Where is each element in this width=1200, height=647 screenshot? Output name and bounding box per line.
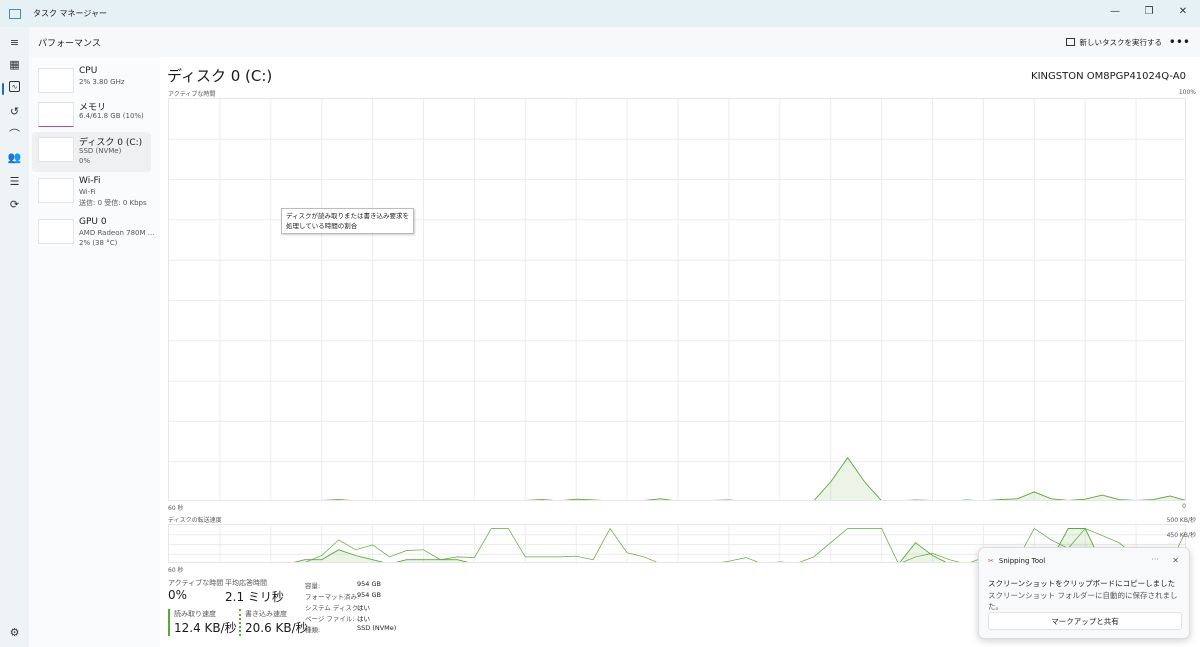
- prop-label: システム ディスク:: [305, 604, 361, 612]
- transfer-max-label: 500 KB/秒: [1166, 517, 1196, 524]
- maximize-button[interactable]: ❐: [1132, 0, 1166, 22]
- startup-apps-icon[interactable]: ⌒: [7, 127, 22, 142]
- prop-label: フォーマット済み:: [305, 593, 360, 601]
- stat-response-label: 平均応答時間: [225, 579, 267, 587]
- item-detail-2: 2% (38 °C): [79, 239, 118, 247]
- sidebar-item-disk[interactable]: ディスク 0 (C:) SSD (NVMe) 0%: [32, 132, 151, 172]
- sidebar-item-memory[interactable]: メモリ 6.4/61.8 GB (10%): [32, 97, 151, 137]
- transfer-rate-label: ディスクの転送速度: [168, 517, 222, 524]
- item-name: GPU 0: [79, 217, 107, 227]
- zero-label: 0: [1182, 503, 1186, 510]
- window-title: タスク マネージャー: [33, 9, 107, 18]
- time-span-label: 60 秒: [168, 505, 184, 512]
- prop-label: ページ ファイル:: [305, 615, 355, 623]
- toast-more-button[interactable]: ···: [1151, 555, 1159, 564]
- sidebar-item-wifi[interactable]: Wi-Fi Wi-Fi 送信: 0 受信: 0 Kbps: [32, 173, 151, 213]
- gpu-thumbnail-graph: [38, 219, 74, 244]
- disk-model: KINGSTON OM8PGP41024Q-A0: [1031, 71, 1186, 82]
- stat-write-label: 書き込み速度: [245, 610, 287, 618]
- active-max-label: 100%: [1178, 89, 1196, 96]
- prop-value: はい: [357, 604, 370, 612]
- tooltip-line: 処理している時間の割合: [286, 222, 358, 230]
- toast-close-button[interactable]: ✕: [1172, 556, 1179, 565]
- item-detail: 2% 3.80 GHz: [79, 78, 125, 86]
- new-task-button[interactable]: 新しいタスクを実行する: [1065, 37, 1163, 48]
- close-button[interactable]: ✕: [1166, 0, 1200, 22]
- cpu-thumbnail-graph: [38, 68, 74, 93]
- prop-label: 種類:: [305, 626, 321, 634]
- transfer-time-label: 60 秒: [168, 567, 184, 574]
- processes-icon[interactable]: ▦: [7, 57, 22, 72]
- disk-thumbnail-graph: [38, 137, 74, 162]
- prop-value: はい: [357, 615, 370, 623]
- task-manager-logo-icon: [9, 8, 21, 19]
- active-time-label: アクティブな時間: [168, 91, 216, 98]
- item-detail: 6.4/61.8 GB (10%): [79, 112, 144, 120]
- users-icon[interactable]: 👥: [7, 150, 22, 165]
- hamburger-menu-icon[interactable]: ≡: [7, 35, 22, 50]
- transfer-mid-label: 450 KB/秒: [1166, 532, 1196, 539]
- tooltip-line: ディスクが読み取りまたは書き込み要求を: [286, 212, 410, 220]
- app-history-icon[interactable]: ↺: [7, 104, 22, 119]
- toast-message: スクリーンショットをクリップボードにコピーしました: [988, 579, 1176, 588]
- item-detail-2: 送信: 0 受信: 0 Kbps: [79, 199, 147, 207]
- stat-active-label: アクティブな時間: [168, 579, 224, 587]
- prop-label: 容量:: [305, 582, 321, 590]
- item-detail: AMD Radeon 780M ...: [79, 229, 155, 237]
- new-task-icon: [1065, 38, 1075, 46]
- stat-response-value: 2.1 ミリ秒: [225, 590, 284, 604]
- page-title: パフォーマンス: [38, 38, 101, 49]
- active-indicator: [2, 83, 4, 95]
- prop-value: SSD (NVMe): [357, 624, 397, 632]
- prop-value: 954 GB: [357, 591, 381, 599]
- nav-rail: ≡ ▦ ∿ ↺ ⌒ 👥 ☰ ⟳ ⚙: [0, 27, 29, 647]
- resource-list: CPU 2% 3.80 GHz メモリ 6.4/61.8 GB (10%) ディ…: [29, 57, 160, 647]
- stat-read-label: 読み取り速度: [174, 610, 216, 618]
- tooltip: ディスクが読み取りまたは書き込み要求を 処理している時間の割合: [281, 208, 415, 234]
- snipping-tool-icon: ✂: [988, 557, 994, 565]
- title-bar: タスク マネージャー — ❐ ✕: [0, 0, 1200, 27]
- item-detail-2: 0%: [79, 157, 91, 165]
- item-detail: SSD (NVMe): [79, 147, 122, 155]
- toast-submessage: スクリーンショット フォルダーに自動的に保存されました。: [988, 591, 1178, 611]
- markup-share-button[interactable]: マークアップと共有: [988, 612, 1182, 630]
- details-icon[interactable]: ☰: [7, 174, 22, 189]
- item-name: Wi-Fi: [79, 176, 101, 186]
- new-task-label: 新しいタスクを実行する: [1079, 37, 1163, 47]
- wifi-thumbnail-graph: [38, 178, 74, 203]
- settings-gear-icon[interactable]: ⚙: [7, 625, 22, 640]
- minimize-button[interactable]: —: [1098, 0, 1132, 22]
- snipping-tool-notification: ✂ Snipping Tool ··· ✕ スクリーンショットをクリップボードにコ…: [978, 547, 1190, 639]
- header: パフォーマンス 新しいタスクを実行する •••: [29, 27, 1200, 57]
- toast-app-name: Snipping Tool: [998, 557, 1046, 565]
- memory-thumbnail-graph: [38, 102, 74, 127]
- stat-active-value: 0%: [168, 588, 188, 602]
- performance-icon[interactable]: ∿: [9, 81, 20, 92]
- stat-write-value: 20.6 KB/秒: [245, 621, 308, 635]
- active-time-chart: [168, 98, 1186, 501]
- prop-value: 954 GB: [357, 580, 381, 588]
- sidebar-item-gpu[interactable]: GPU 0 AMD Radeon 780M ... 2% (38 °C): [32, 214, 155, 254]
- more-options-button[interactable]: •••: [1169, 35, 1190, 49]
- item-detail: Wi-Fi: [79, 188, 96, 196]
- stat-read-value: 12.4 KB/秒: [174, 621, 237, 635]
- disk-title: ディスク 0 (C:): [167, 67, 273, 85]
- services-icon[interactable]: ⟳: [7, 197, 22, 212]
- item-name: CPU: [79, 66, 98, 76]
